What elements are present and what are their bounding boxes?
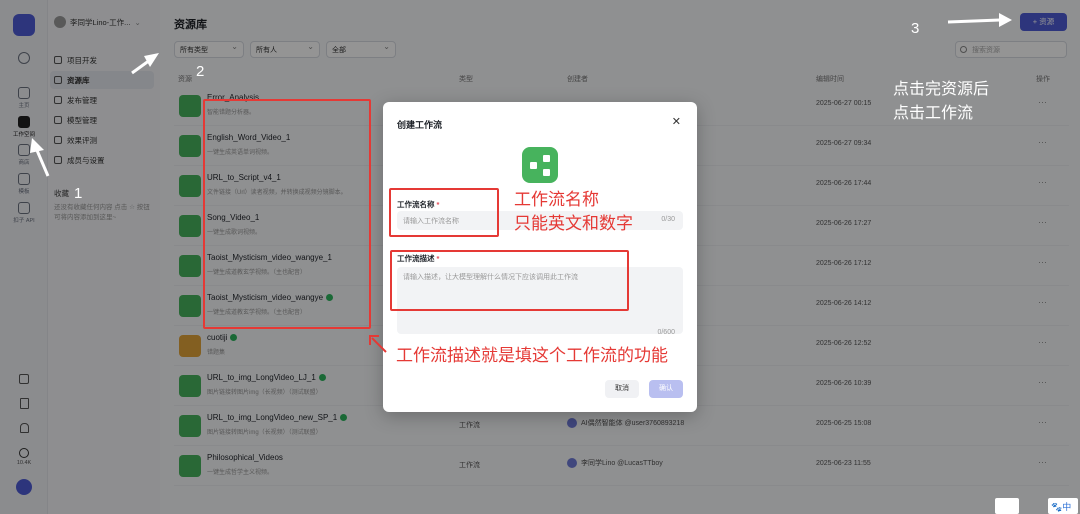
annotation-box-name (389, 188, 499, 237)
step-number-3: 3 (911, 20, 920, 37)
name-counter: 0/30 (661, 216, 675, 223)
step-number-2: 2 (196, 63, 205, 80)
corner-badge-left (995, 498, 1019, 514)
annotation-box-list (203, 99, 371, 329)
close-icon[interactable]: ✕ (672, 115, 681, 128)
workflow-icon (522, 147, 558, 183)
annotation-tip-1: 点击完资源后 (893, 81, 990, 98)
annotation-name-note-2: 只能英文和数字 (514, 214, 633, 233)
confirm-button[interactable]: 确认 (649, 380, 683, 398)
step-number-1: 1 (74, 185, 83, 202)
annotation-name-note-1: 工作流名称 (514, 190, 599, 209)
input-method-indicator: 🐾中 (1048, 498, 1078, 514)
annotation-tip-2: 点击工作流 (893, 105, 974, 122)
annotation-desc-note: 工作流描述就是填这个工作流的功能 (396, 346, 668, 365)
desc-counter: 0/600 (657, 329, 675, 336)
annotation-box-desc (390, 250, 629, 311)
dialog-title: 创建工作流 (397, 120, 443, 130)
cancel-button[interactable]: 取消 (605, 380, 639, 398)
paw-icon: 🐾 (1051, 502, 1063, 512)
